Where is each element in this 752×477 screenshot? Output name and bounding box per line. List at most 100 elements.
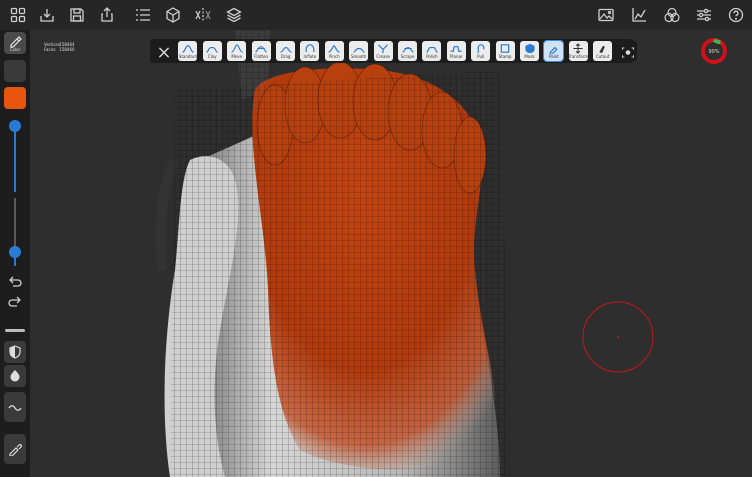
tool-label: Inflate xyxy=(303,54,317,59)
sculpt-mesh xyxy=(156,30,654,477)
left-sidebar: Color xyxy=(0,30,30,477)
tool-label: Drag xyxy=(280,54,291,59)
tool-polish[interactable]: Polish xyxy=(422,41,442,61)
picker-button[interactable] xyxy=(4,434,26,464)
tool-label: Cutout xyxy=(595,54,610,59)
cube-icon[interactable] xyxy=(164,6,182,24)
tool-mask[interactable]: Mask xyxy=(520,41,539,61)
tool-standard[interactable]: Standard xyxy=(178,41,198,61)
scrape-icon xyxy=(401,47,414,53)
material-icon[interactable] xyxy=(663,6,681,24)
tool-paint[interactable]: Paint xyxy=(543,40,565,62)
tool-label: Crease xyxy=(376,54,390,59)
tool-flatten[interactable]: Flatten xyxy=(251,41,271,61)
drag-icon xyxy=(279,46,292,53)
alpha-button[interactable] xyxy=(4,365,26,387)
tool-label: Smooth xyxy=(350,54,367,59)
tool-label: Move xyxy=(231,54,243,59)
x-icon xyxy=(158,46,169,58)
target-icon xyxy=(621,46,634,58)
wave-icon xyxy=(8,405,22,411)
polish-icon xyxy=(426,46,438,53)
save-icon[interactable] xyxy=(68,6,86,24)
import-icon[interactable] xyxy=(38,6,56,24)
top-bar xyxy=(0,0,752,30)
tool-label: Paint xyxy=(548,54,559,59)
tool-cutout[interactable]: Cutout xyxy=(593,41,613,61)
pull-icon xyxy=(477,44,485,54)
undo-icon[interactable] xyxy=(6,275,24,289)
tool-label: Flatten xyxy=(254,54,269,59)
faces-value: 158460 xyxy=(59,47,75,52)
tool-label: Pull xyxy=(477,54,485,59)
tool-toolbar: Standard Clay Move Flatten Drag Inflate Pinch S… xyxy=(150,39,637,63)
faces-label: Faces: xyxy=(44,47,57,52)
paint-icon xyxy=(549,46,558,54)
tool-label: Polish xyxy=(426,54,438,59)
tool-label: Clay xyxy=(207,54,217,59)
performance-gauge: 90% xyxy=(701,38,727,64)
smooth-icon xyxy=(353,47,365,53)
tool-label: Transform xyxy=(568,54,589,59)
tool-label: Scrape xyxy=(400,54,415,59)
crease-icon xyxy=(378,44,389,54)
tool-planar[interactable]: Planar xyxy=(446,41,466,61)
stroke-button[interactable] xyxy=(4,392,26,422)
tool-label: Standard xyxy=(178,54,197,59)
tool-smooth[interactable]: Smooth xyxy=(349,41,369,61)
tool-drag[interactable]: Drag xyxy=(276,41,295,61)
radius-slider-knob[interactable] xyxy=(9,119,21,132)
inflate-icon xyxy=(305,44,315,53)
tool-label: Planar xyxy=(449,54,463,59)
empty-slot-button[interactable] xyxy=(4,60,26,82)
mesh-stats: Vertices: 158464 Faces: 158460 xyxy=(44,42,75,52)
cutout-icon xyxy=(599,45,605,54)
share-icon[interactable] xyxy=(98,6,116,24)
gauge-label: 90% xyxy=(708,49,719,55)
tool-pinch[interactable]: Pinch xyxy=(324,41,344,61)
tool-move[interactable]: Move xyxy=(227,41,247,61)
tool-stamp[interactable]: Stamp xyxy=(495,41,515,61)
flatten-icon xyxy=(255,46,267,53)
tool-scrape[interactable]: Scrape xyxy=(398,41,417,61)
pinch-icon xyxy=(328,45,340,53)
help-icon[interactable] xyxy=(727,6,745,24)
radius-slider-fill xyxy=(14,125,16,192)
move-icon xyxy=(231,44,243,53)
standard-icon xyxy=(182,45,194,53)
intensity-slider-knob[interactable] xyxy=(9,246,21,259)
image-icon[interactable] xyxy=(597,6,615,24)
grid-icon[interactable] xyxy=(9,6,27,24)
tool-crease[interactable]: Crease xyxy=(373,41,393,61)
3d-viewport[interactable] xyxy=(30,30,752,477)
planar-icon xyxy=(450,46,462,52)
half-shield-icon xyxy=(9,345,21,359)
brush-label: Color xyxy=(9,47,21,52)
symmetry-icon[interactable] xyxy=(194,6,212,24)
drop-icon xyxy=(10,370,20,382)
tool-transform[interactable]: Transform xyxy=(568,41,589,61)
tool-label: Mask xyxy=(524,54,535,59)
redo-icon[interactable] xyxy=(6,295,24,309)
clay-icon xyxy=(206,46,218,53)
tool-inflate[interactable]: Inflate xyxy=(300,41,320,61)
focus-button[interactable] xyxy=(618,41,637,61)
tool-label: Stamp xyxy=(498,54,512,59)
transform-icon xyxy=(573,43,583,54)
shading-button[interactable] xyxy=(4,341,26,363)
tool-label: Pinch xyxy=(328,54,340,59)
eyedropper-icon xyxy=(9,444,22,456)
tool-clay[interactable]: Clay xyxy=(202,41,222,61)
tool-close[interactable] xyxy=(154,41,173,61)
settings-sliders-icon[interactable] xyxy=(695,6,713,24)
brush-icon xyxy=(10,36,22,48)
layers-icon[interactable] xyxy=(225,6,243,24)
mask-icon xyxy=(524,43,535,54)
divider-handle[interactable] xyxy=(5,329,25,332)
color-swatch[interactable] xyxy=(4,87,26,109)
tool-pull[interactable]: Pull xyxy=(471,41,491,61)
list-icon[interactable] xyxy=(134,6,152,24)
stamp-icon xyxy=(500,44,510,53)
scene-chart-icon[interactable] xyxy=(630,6,648,24)
brush-color-button[interactable]: Color xyxy=(4,32,26,54)
